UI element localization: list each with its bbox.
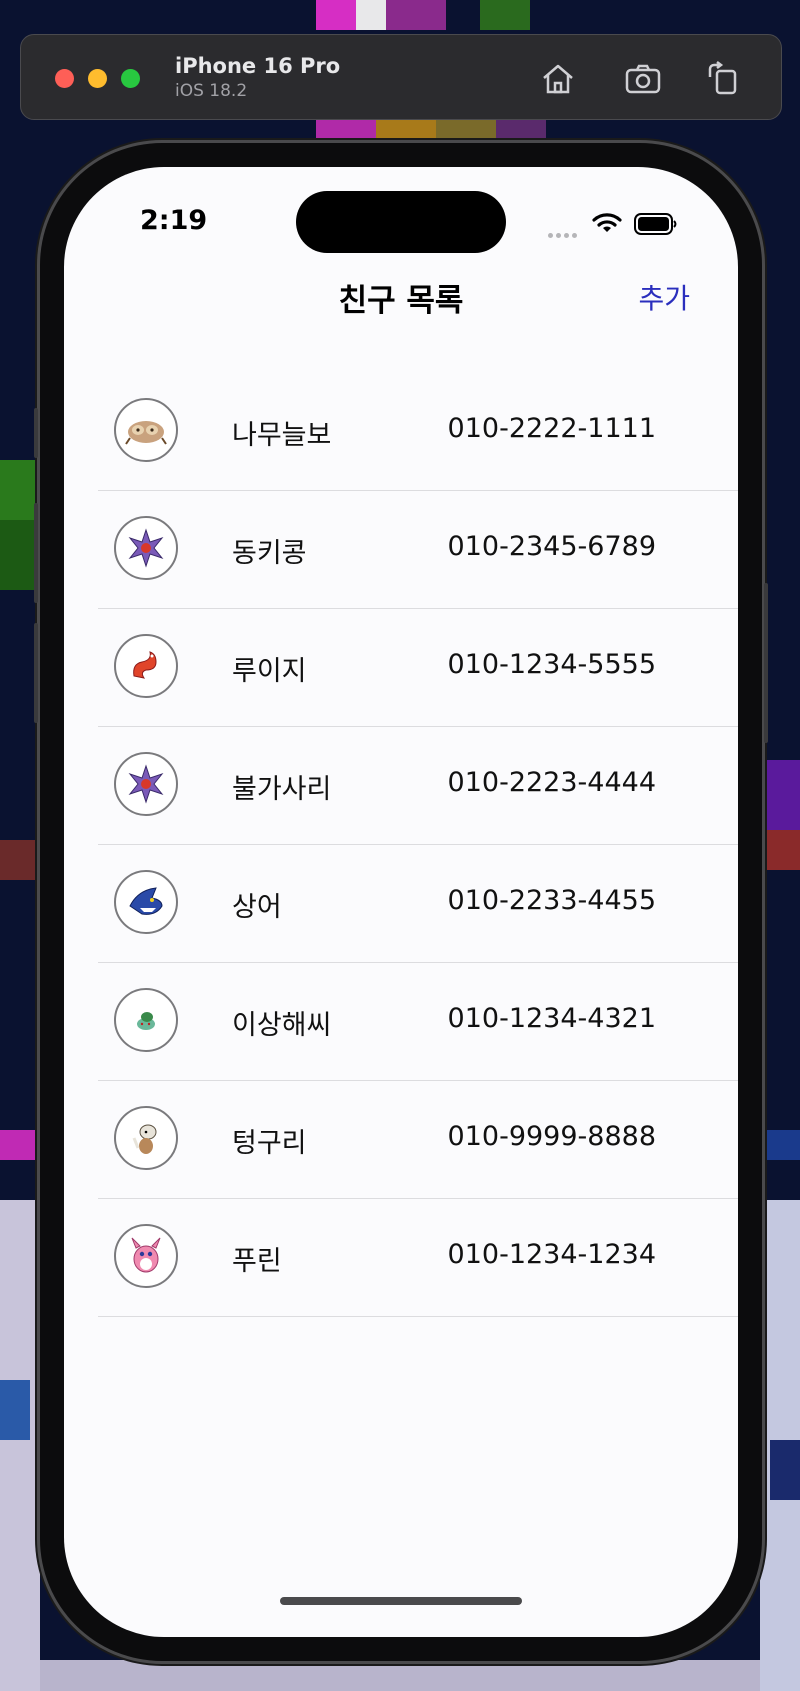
starmie-pokemon-icon bbox=[114, 516, 178, 580]
friend-row[interactable]: 동키콩 010-2345-6789 bbox=[98, 491, 738, 609]
friend-phone: 010-2345-6789 bbox=[447, 531, 656, 562]
screenshot-icon[interactable] bbox=[623, 59, 663, 99]
shark-pokemon-icon bbox=[114, 870, 178, 934]
status-time: 2:19 bbox=[140, 205, 208, 236]
volume-up-button[interactable] bbox=[34, 503, 38, 603]
friend-phone: 010-9999-8888 bbox=[447, 1121, 656, 1152]
close-window-button[interactable] bbox=[55, 69, 74, 88]
page-title: 친구 목록 bbox=[338, 283, 464, 319]
battery-icon bbox=[634, 213, 677, 235]
friend-name: 불가사리 bbox=[232, 774, 332, 805]
friend-name: 텅구리 bbox=[232, 1128, 307, 1159]
power-button[interactable] bbox=[764, 583, 768, 743]
home-icon[interactable] bbox=[538, 59, 578, 99]
starmie-pokemon-icon bbox=[114, 752, 178, 816]
friend-name: 이상해씨 bbox=[232, 1010, 332, 1041]
friend-row[interactable]: 나무늘보 010-2222-1111 bbox=[98, 373, 738, 491]
wifi-icon bbox=[592, 213, 622, 232]
friend-name: 푸린 bbox=[232, 1246, 282, 1277]
phone-frame: 2:19 친구 목록 추가 나무늘보 010-2222-1111 동키콩 010… bbox=[34, 143, 768, 1661]
zoom-window-button[interactable] bbox=[121, 69, 140, 88]
friend-name: 동키콩 bbox=[232, 538, 307, 569]
sloth-pokemon-icon bbox=[114, 398, 178, 462]
friend-row[interactable]: 불가사리 010-2223-4444 bbox=[98, 727, 738, 845]
friend-row[interactable]: 상어 010-2233-4455 bbox=[98, 845, 738, 963]
friend-list: 나무늘보 010-2222-1111 동키콩 010-2345-6789 루이지… bbox=[98, 373, 738, 1317]
os-version: iOS 18.2 bbox=[175, 81, 248, 101]
friend-name: 상어 bbox=[232, 892, 282, 923]
volume-down-button[interactable] bbox=[34, 623, 38, 723]
friend-phone: 010-1234-1234 bbox=[447, 1239, 656, 1270]
bulbasaur-pokemon-icon bbox=[114, 988, 178, 1052]
friend-name: 나무늘보 bbox=[232, 420, 332, 451]
device-name: iPhone 16 Pro bbox=[175, 54, 341, 78]
friend-row[interactable]: 푸린 010-1234-1234 bbox=[98, 1199, 738, 1317]
friend-phone: 010-1234-5555 bbox=[447, 649, 656, 680]
minimize-window-button[interactable] bbox=[88, 69, 107, 88]
phone-screen: 2:19 친구 목록 추가 나무늘보 010-2222-1111 동키콩 010… bbox=[64, 167, 738, 1637]
cubone-pokemon-icon bbox=[114, 1106, 178, 1170]
friend-row[interactable]: 루이지 010-1234-5555 bbox=[98, 609, 738, 727]
rotate-icon[interactable] bbox=[702, 59, 742, 99]
friend-phone: 010-1234-4321 bbox=[447, 1003, 656, 1034]
home-indicator[interactable] bbox=[280, 1597, 522, 1605]
friend-phone: 010-2222-1111 bbox=[447, 413, 656, 444]
wigglytuff-pokemon-icon bbox=[114, 1224, 178, 1288]
friend-name: 루이지 bbox=[232, 656, 307, 687]
friend-row[interactable]: 이상해씨 010-1234-4321 bbox=[98, 963, 738, 1081]
action-button[interactable] bbox=[34, 408, 38, 458]
friend-row[interactable]: 텅구리 010-9999-8888 bbox=[98, 1081, 738, 1199]
friend-phone: 010-2233-4455 bbox=[447, 885, 656, 916]
signal-dots-icon bbox=[548, 223, 580, 242]
friend-phone: 010-2223-4444 bbox=[447, 767, 656, 798]
dynamic-island bbox=[296, 191, 506, 253]
simulator-toolbar: iPhone 16 Pro iOS 18.2 bbox=[20, 34, 782, 120]
red-worm-pokemon-icon bbox=[114, 634, 178, 698]
add-friend-button[interactable]: 추가 bbox=[638, 277, 690, 317]
